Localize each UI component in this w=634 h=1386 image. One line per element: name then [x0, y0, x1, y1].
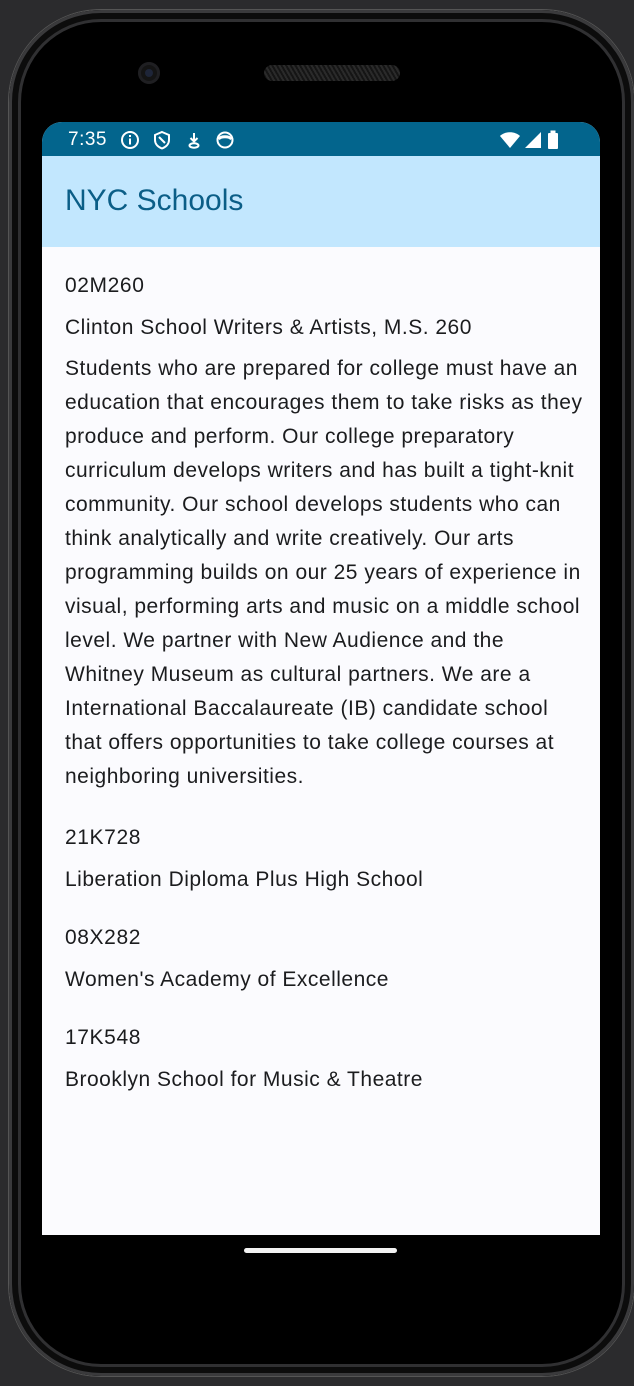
school-list[interactable]: 02M260 Clinton School Writers & Artists,…	[65, 272, 585, 1124]
wifi-icon	[500, 132, 520, 148]
app-title: NYC Schools	[65, 184, 244, 217]
status-bar: 7:35	[42, 122, 600, 156]
signal-icon	[525, 132, 541, 148]
school-name: Liberation Diploma Plus High School	[65, 868, 424, 891]
school-dbn: 21K728	[65, 826, 142, 849]
school-name: Clinton School Writers & Artists, M.S. 2…	[65, 316, 472, 339]
status-time: 7:35	[68, 129, 107, 150]
school-dbn: 02M260	[65, 274, 145, 297]
face-icon	[216, 131, 234, 149]
gesture-nav-handle[interactable]	[244, 1248, 397, 1253]
school-dbn: 17K548	[65, 1026, 142, 1049]
app-bar: NYC Schools	[42, 156, 600, 247]
shield-icon	[154, 130, 170, 150]
school-item-17K548[interactable]: 17K548 Brooklyn School for Music & Theat…	[65, 1024, 585, 1094]
info-icon	[121, 131, 139, 149]
school-dbn: 08X282	[65, 926, 142, 949]
school-item-02M260[interactable]: 02M260 Clinton School Writers & Artists,…	[65, 272, 585, 794]
download-icon	[188, 133, 200, 149]
school-overview: Students who are prepared for college mu…	[65, 357, 583, 788]
school-item-21K728[interactable]: 21K728 Liberation Diploma Plus High Scho…	[65, 824, 585, 894]
school-name: Women's Academy of Excellence	[65, 968, 389, 991]
front-camera	[138, 62, 160, 84]
earpiece-speaker	[264, 65, 400, 81]
school-name: Brooklyn School for Music & Theatre	[65, 1068, 423, 1091]
battery-icon	[548, 130, 558, 149]
school-item-08X282[interactable]: 08X282 Women's Academy of Excellence	[65, 924, 585, 994]
